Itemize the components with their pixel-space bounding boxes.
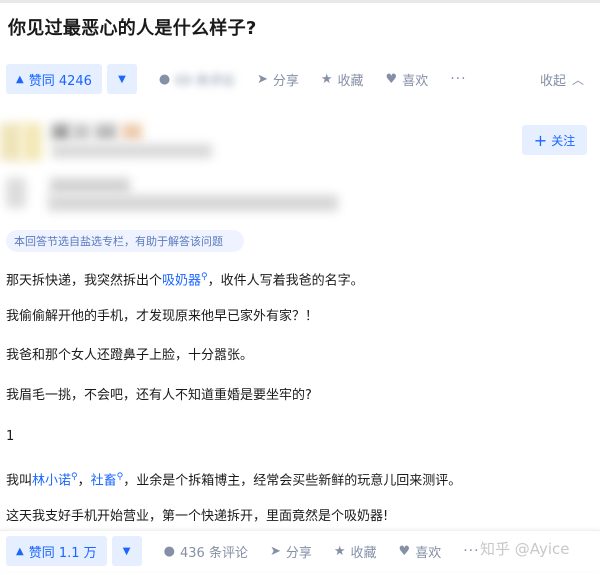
upvote-button[interactable]: ▲ 赞同 4246 — [6, 64, 102, 94]
upvote-arrow-icon: ▲ — [16, 545, 24, 557]
like-label: 喜欢 — [415, 545, 442, 561]
upvote-button[interactable]: ▲ 赞同 1.1 万 — [6, 536, 107, 566]
downvote-button[interactable]: ▼ — [111, 536, 142, 566]
comment-icon: ● — [158, 71, 171, 87]
answer-paragraph-1: 那天拆快递，我突然拆出个吸奶器⚲，收件人写着我爸的名字。 — [6, 269, 364, 289]
upvote-label: 赞同 4246 — [28, 73, 92, 89]
star-icon: ★ — [333, 543, 346, 559]
zhihu-watermark: 知乎 @Ayice — [480, 540, 570, 558]
collapse-label: 收起 — [539, 73, 566, 89]
text-segment: ， — [77, 473, 91, 489]
share-icon: ➤ — [256, 71, 268, 87]
follow-label: 关注 — [551, 133, 576, 148]
share-label: 分享 — [285, 545, 312, 561]
like-button[interactable]: ♥ 喜欢 — [386, 70, 429, 89]
search-link-breast-pump[interactable]: 吸奶器 — [162, 273, 201, 288]
share-icon: ➤ — [269, 543, 281, 559]
like-button[interactable]: ♥ 喜欢 — [399, 542, 442, 561]
comments-label: 436 条评论 — [180, 545, 248, 561]
downvote-arrow-icon: ▼ — [118, 73, 126, 85]
search-icon: ⚲ — [71, 472, 78, 482]
text-segment: 我叫 — [6, 473, 33, 489]
like-label: 喜欢 — [402, 73, 429, 89]
answer-paragraph-4: 我眉毛一挑，不会吧，还有人不知道重婚是要坐牢的? — [6, 388, 312, 403]
share-button[interactable]: ➤ 分享 — [257, 70, 299, 89]
favorite-button[interactable]: ★ 收藏 — [334, 542, 377, 561]
favorite-label: 收藏 — [350, 545, 377, 561]
collapse-button[interactable]: 收起 ︿ — [540, 70, 584, 89]
search-link-worker[interactable]: 社畜 — [91, 473, 117, 488]
favorite-button[interactable]: ★ 收藏 — [321, 70, 364, 89]
text-segment: 那天拆快递，我突然拆出个 — [6, 273, 163, 289]
star-icon: ★ — [320, 71, 333, 87]
comments-label: 69 条评论 — [175, 73, 235, 89]
chevron-up-icon: ︿ — [571, 72, 584, 87]
top-divider — [0, 0, 600, 3]
share-label: 分享 — [272, 73, 299, 89]
text-segment: ，收件人写着我爸的名字。 — [207, 273, 364, 289]
plus-icon: + — [533, 130, 548, 150]
answer-paragraph-2: 我偷偷解开他的手机，才发现原来他早已家外有家？！ — [6, 309, 319, 324]
column-source-tag[interactable]: 本回答节选自盐选专栏，有助于解答该问题 — [6, 230, 244, 252]
answer-action-bar: ▲ 赞同 4246 ▼ ● 69 条评论 ➤ 分享 ★ 收藏 ♥ 喜欢 ··· … — [0, 61, 600, 97]
follow-button[interactable]: + 关注 — [522, 125, 587, 155]
comment-icon: ● — [163, 543, 175, 559]
text-segment: ，业余是个拆箱博主，经常会买些新鲜的玩意儿回来测评。 — [123, 473, 462, 489]
answer-paragraph-6: 这天我支好手机开始营业，第一个快递拆开，里面竟然是个吸奶器! — [6, 509, 389, 524]
share-button[interactable]: ➤ 分享 — [270, 542, 312, 561]
answer-paragraph-5: 我叫林小诺⚲，社畜⚲，业余是个拆箱博主，经常会买些新鲜的玩意儿回来测评。 — [6, 469, 461, 489]
downvote-button[interactable]: ▼ — [106, 64, 137, 94]
search-link-name[interactable]: 林小诺 — [32, 473, 71, 488]
more-options-button[interactable]: ··· — [463, 543, 479, 559]
downvote-arrow-icon: ▼ — [122, 545, 131, 557]
chapter-number: 1 — [6, 429, 15, 444]
heart-icon: ♥ — [385, 71, 398, 87]
search-icon: ⚲ — [201, 272, 208, 282]
source-tag-text: 本回答节选自盐选专栏，有助于解答该问题 — [14, 235, 223, 248]
favorite-label: 收藏 — [337, 73, 364, 89]
question-title[interactable]: 你见过最恶心的人是什么样子? — [8, 14, 257, 40]
comments-button[interactable]: ● 436 条评论 — [164, 542, 248, 561]
answer-paragraph-3: 我爸和那个女人还蹬鼻子上脸，十分嚣张。 — [6, 348, 254, 363]
upvote-arrow-icon: ▲ — [16, 73, 24, 85]
heart-icon: ♥ — [398, 543, 411, 559]
more-options-button[interactable]: ··· — [450, 71, 466, 87]
comments-button[interactable]: ● 69 条评论 — [159, 70, 235, 89]
upvote-label: 赞同 1.1 万 — [28, 545, 97, 561]
